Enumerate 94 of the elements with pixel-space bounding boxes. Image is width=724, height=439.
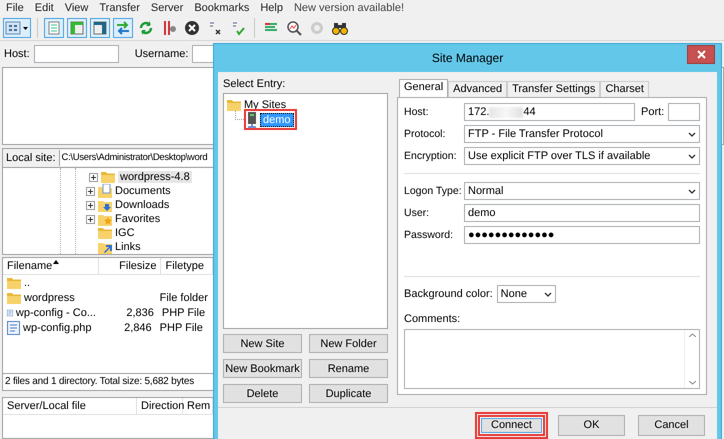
expand-icon[interactable] <box>86 200 95 210</box>
field-label: Logon Type: <box>404 185 463 197</box>
close-icon <box>696 50 706 59</box>
folder-name[interactable]: Links <box>115 241 141 253</box>
folder-name[interactable]: Favorites <box>115 213 160 225</box>
password-field[interactable]: ●●●●●●●●●●●●● <box>464 226 700 244</box>
dialog-button[interactable]: OK <box>558 414 625 436</box>
scroll-down-icon[interactable] <box>688 381 696 385</box>
tab[interactable]: General <box>399 79 448 97</box>
host-input[interactable] <box>34 45 119 63</box>
comments-label: Comments: <box>404 313 462 326</box>
column-header[interactable]: Filename <box>3 258 100 274</box>
folder-icon <box>98 227 112 239</box>
dialog-title: Site Manager <box>432 51 504 65</box>
field-label: Port: <box>641 106 664 118</box>
folder-name[interactable]: Documents <box>115 185 171 197</box>
host-field[interactable]: 172. 44 <box>464 103 635 121</box>
menu-item[interactable]: Server <box>150 2 184 14</box>
disconnect-icon <box>207 20 223 36</box>
cancel-button[interactable] <box>182 18 202 38</box>
menu-item[interactable]: Edit <box>34 2 54 14</box>
scrollbar[interactable] <box>684 330 699 388</box>
file-type: File folder <box>160 292 208 304</box>
file-size: 2,836 <box>126 306 154 318</box>
file-size: 2,846 <box>124 322 152 334</box>
menu-item[interactable]: Help <box>260 2 283 14</box>
links-folder-icon <box>98 240 112 254</box>
panel-toggle-button[interactable] <box>67 18 87 38</box>
column-header[interactable]: Server/Local file <box>3 398 137 414</box>
close-button[interactable] <box>687 45 715 64</box>
field-label: Host: <box>404 106 430 118</box>
file-name[interactable]: wp-config.php <box>23 322 92 334</box>
select-entry-label: Select Entry: <box>223 78 286 90</box>
site-manager-button[interactable] <box>3 18 31 38</box>
folder-name[interactable]: Downloads <box>115 199 170 211</box>
username-label: Username: <box>134 48 188 60</box>
field-label: Encryption: <box>404 150 458 162</box>
field-label: Background color: <box>404 288 493 300</box>
panel-layout-icon <box>93 21 107 35</box>
menu-item[interactable]: Bookmarks <box>194 2 250 14</box>
entry-button[interactable]: New Bookmark <box>223 359 302 378</box>
folder-icon <box>101 171 115 183</box>
entry-button[interactable]: Delete <box>223 384 302 403</box>
server-icon <box>247 112 257 128</box>
panel-layout-icon <box>47 21 61 35</box>
tab[interactable]: Advanced <box>448 81 508 97</box>
expand-icon[interactable] <box>86 186 95 196</box>
column-header[interactable]: Filesize <box>99 258 162 274</box>
entry-button[interactable]: New Folder <box>309 334 388 353</box>
status-text: 2 files and 1 directory. Total size: 5,682 bytes <box>2 374 214 391</box>
file-name[interactable]: wp-config - Co... <box>16 306 96 318</box>
file-name[interactable]: wordpress <box>24 292 75 304</box>
field-label: Protocol: <box>404 128 446 140</box>
expand-icon[interactable] <box>86 214 95 224</box>
tab[interactable]: Charset <box>600 81 649 97</box>
field-label: User: <box>404 207 430 219</box>
menu-item[interactable]: File <box>6 2 24 14</box>
panel-toggle-button[interactable] <box>113 18 133 38</box>
folder-name[interactable]: wordpress-4.8 <box>118 171 192 183</box>
downloads-folder-icon <box>98 198 112 212</box>
scroll-up-icon[interactable] <box>688 333 696 338</box>
update-notice[interactable]: New version available! <box>294 2 404 14</box>
entry-button[interactable]: Duplicate <box>309 384 388 403</box>
site-entry[interactable]: My Sites <box>244 98 286 110</box>
panel-toggle-button[interactable] <box>44 18 64 38</box>
file-type: PHP File <box>160 322 203 334</box>
logon-type-select[interactable]: Normal <box>464 182 700 200</box>
encryption-select[interactable]: Use explicit FTP over TLS if available <box>464 147 700 165</box>
folder-icon <box>227 98 241 110</box>
entry-button[interactable]: New Site <box>223 334 302 353</box>
column-header[interactable]: Direction <box>137 398 183 414</box>
field-label: Password: <box>404 229 454 241</box>
folder-icon <box>7 276 21 288</box>
protocol-select[interactable]: FTP - File Transfer Protocol <box>464 125 700 143</box>
tab[interactable]: Transfer Settings <box>507 81 600 97</box>
file-type: PHP File <box>162 306 206 318</box>
folder-name[interactable]: IGC <box>115 227 135 239</box>
favorites-folder-icon <box>98 212 112 226</box>
documents-folder-icon <box>98 184 112 198</box>
panel-toggle-button[interactable] <box>90 18 110 38</box>
panel-layout-icon <box>70 21 84 35</box>
panel-layout-icon <box>116 21 130 35</box>
folder-icon <box>7 292 21 304</box>
expand-icon[interactable] <box>89 172 98 182</box>
host-label: Host: <box>4 48 30 60</box>
file-name[interactable]: .. <box>24 276 30 288</box>
menu-item[interactable]: Transfer <box>99 2 140 14</box>
port-field[interactable] <box>668 103 700 121</box>
entry-button[interactable]: Rename <box>309 359 388 378</box>
comments-field[interactable] <box>404 329 700 389</box>
background-color-select[interactable]: None <box>496 285 556 304</box>
dialog-button[interactable]: Cancel <box>638 414 705 436</box>
user-field[interactable]: demo <box>464 204 700 222</box>
menu-item[interactable]: View <box>64 2 88 14</box>
